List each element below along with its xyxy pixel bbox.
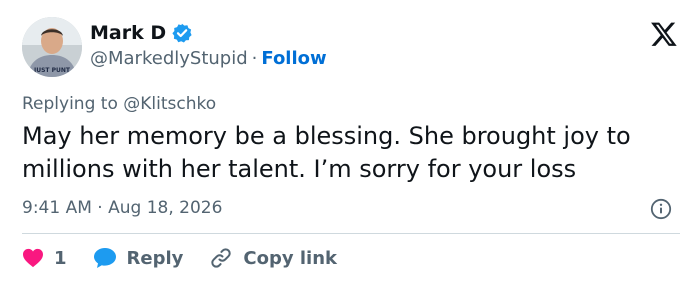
heart-icon bbox=[23, 248, 43, 268]
follow-button[interactable]: Follow bbox=[261, 48, 326, 69]
x-logo-icon[interactable] bbox=[650, 20, 678, 48]
like-count: 1 bbox=[54, 247, 67, 269]
tweet-text: May her memory be a blessing. She brough… bbox=[22, 122, 631, 183]
reply-label: Reply bbox=[126, 247, 184, 269]
separator: · bbox=[97, 198, 103, 218]
author-handle[interactable]: @MarkedlyStupid bbox=[90, 48, 248, 69]
timestamp[interactable]: 9:41 AM · Aug 18, 2026 bbox=[22, 198, 222, 218]
author-name[interactable]: Mark D bbox=[90, 22, 166, 44]
copy-link-button[interactable]: Copy link bbox=[209, 246, 337, 270]
reply-mention-link[interactable]: @Klitschko bbox=[123, 94, 216, 114]
reply-context: Replying to @Klitschko bbox=[22, 94, 216, 114]
info-icon[interactable] bbox=[650, 198, 672, 220]
tweet-time: 9:41 AM bbox=[22, 198, 92, 218]
verified-badge-icon bbox=[172, 23, 192, 43]
divider bbox=[22, 233, 680, 234]
reply-context-prefix: Replying to bbox=[22, 94, 118, 114]
like-button[interactable]: 1 bbox=[22, 248, 67, 269]
speech-bubble-icon bbox=[93, 248, 116, 268]
reply-button[interactable]: Reply bbox=[93, 247, 184, 269]
link-icon bbox=[211, 248, 232, 268]
copy-link-label: Copy link bbox=[243, 247, 337, 269]
tweet-date: Aug 18, 2026 bbox=[108, 198, 223, 218]
avatar[interactable]: JUST PUNT bbox=[22, 17, 82, 77]
separator: · bbox=[251, 48, 258, 69]
avatar-shirt-text: JUST PUNT bbox=[33, 67, 71, 74]
